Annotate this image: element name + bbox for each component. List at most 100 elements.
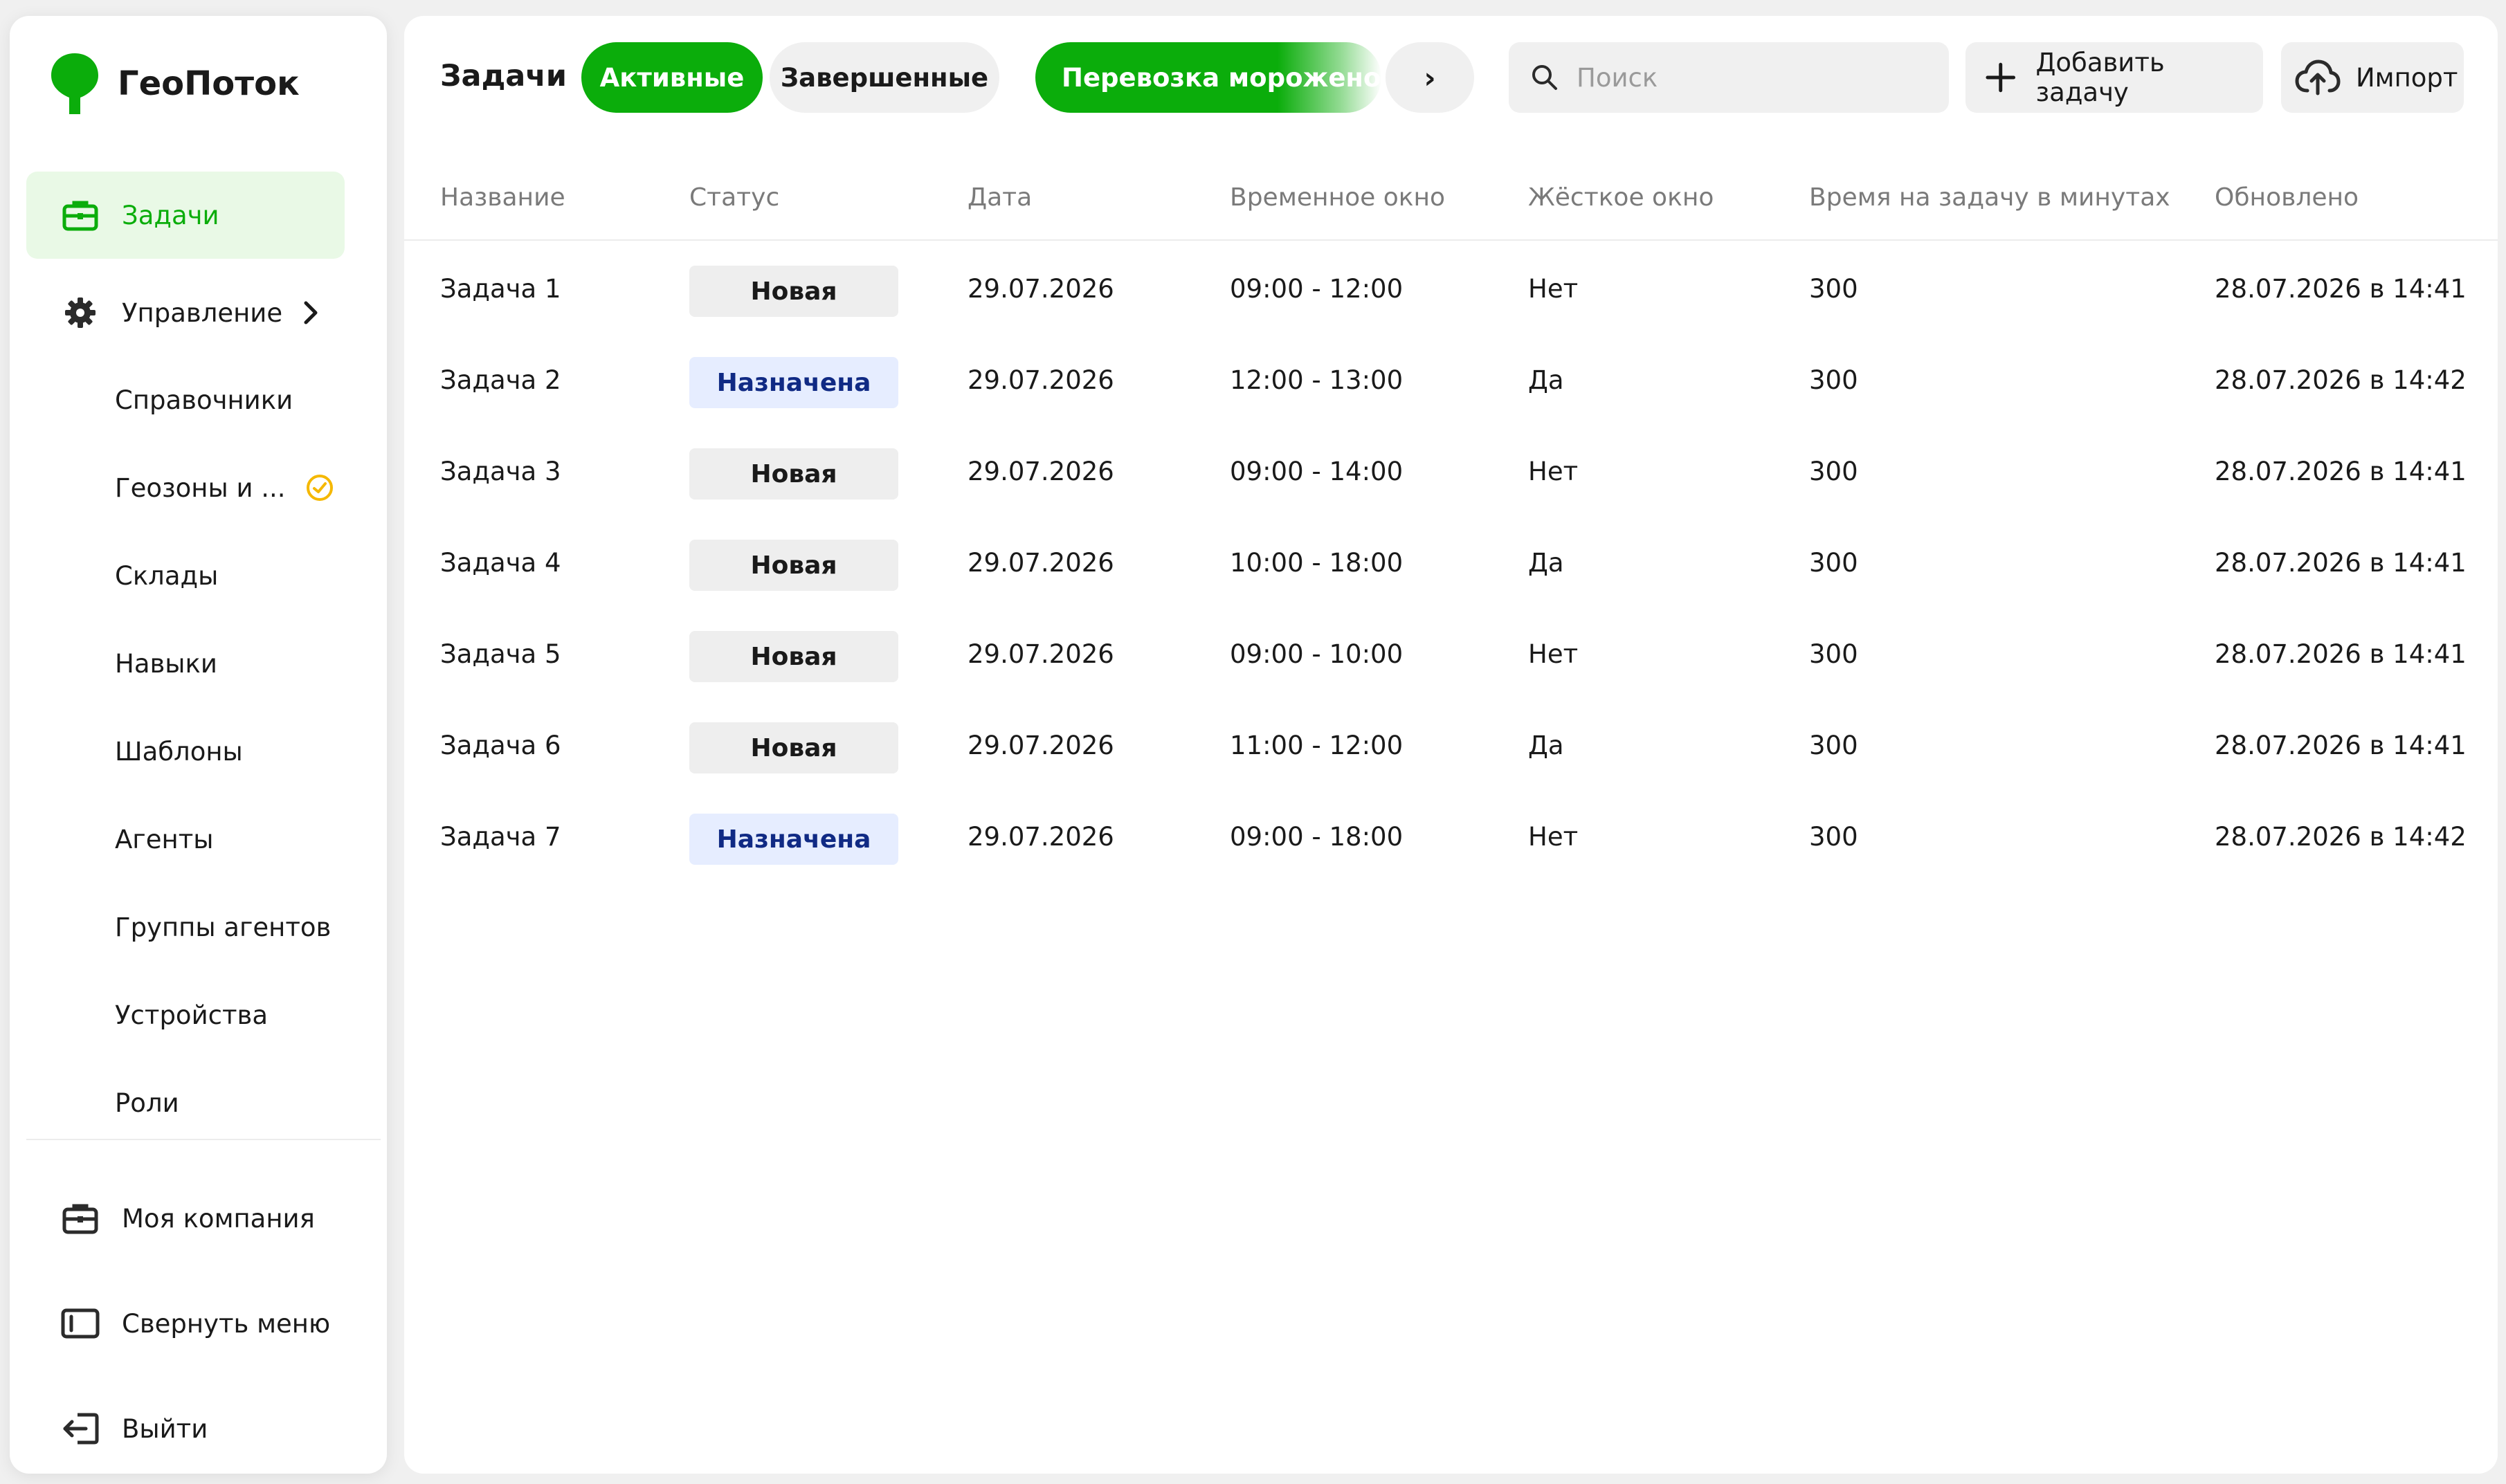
table-row[interactable]: Задача 2 Назначена 29.07.2026 12:00 - 13:00… [404, 337, 2498, 428]
search-box [1509, 42, 1949, 113]
column-header-hard-window[interactable]: Жёсткое окно [1528, 183, 1714, 212]
task-minutes: 300 [1809, 731, 1858, 760]
brand-name: ГеоПоток [118, 64, 300, 103]
sidebar-item-management[interactable]: Управление [26, 269, 345, 356]
task-hard-window: Нет [1528, 822, 1579, 852]
task-updated: 28.07.2026 в 14:41 [2215, 639, 2467, 669]
task-time-window: 10:00 - 18:00 [1230, 548, 1404, 578]
status-badge: Новая [689, 631, 898, 682]
table-row[interactable]: Задача 5 Новая 29.07.2026 09:00 - 10:00 Нет 3… [404, 611, 2498, 702]
sidebar-item-collapse-menu[interactable]: Свернуть меню [26, 1280, 345, 1367]
import-button[interactable]: Импорт [2281, 42, 2464, 113]
task-updated: 28.07.2026 в 14:42 [2215, 822, 2467, 852]
task-updated: 28.07.2026 в 14:41 [2215, 731, 2467, 760]
status-badge: Новая [689, 540, 898, 591]
add-task-label: Добавить задачу [2035, 48, 2165, 107]
cloud-upload-icon [2295, 59, 2341, 95]
table-row[interactable]: Задача 3 Новая 29.07.2026 09:00 - 14:00 Нет 3… [404, 428, 2498, 520]
task-minutes: 300 [1809, 639, 1858, 669]
task-hard-window: Да [1528, 548, 1564, 578]
table-row[interactable]: Задача 7 Назначена 29.07.2026 09:00 - 18:00… [404, 794, 2498, 885]
column-header-updated[interactable]: Обновлено [2215, 183, 2359, 212]
sidebar-subitem-geozones[interactable]: Геозоны и ... [115, 467, 334, 509]
search-input[interactable] [1577, 62, 1936, 93]
task-updated: 28.07.2026 в 14:41 [2215, 457, 2467, 486]
table-header: Название Статус Дата Временное окно Жёст… [404, 154, 2498, 241]
logo[interactable]: ГеоПоток [48, 51, 300, 117]
sidebar-item-label: Управление [122, 297, 283, 328]
column-header-time-window[interactable]: Временное окно [1230, 183, 1445, 212]
sidebar-item-my-company[interactable]: Моя компания [26, 1175, 345, 1262]
task-hard-window: Нет [1528, 274, 1579, 304]
logo-pin-icon [51, 53, 98, 114]
pending-clock-icon [306, 475, 333, 501]
task-minutes: 300 [1809, 365, 1858, 395]
task-name: Задача 4 [440, 548, 561, 578]
task-minutes: 300 [1809, 822, 1858, 852]
task-time-window: 09:00 - 10:00 [1230, 639, 1404, 669]
filter-route-chip[interactable]: Перевозка мороженого [1035, 42, 1381, 113]
task-minutes: 300 [1809, 548, 1858, 578]
task-hard-window: Да [1528, 365, 1564, 395]
task-date: 29.07.2026 [968, 274, 1114, 304]
sidebar-subitem-directories[interactable]: Справочники [115, 379, 293, 421]
status-badge: Новая [689, 448, 898, 500]
column-header-minutes[interactable]: Время на задачу в минутах [1809, 183, 2170, 212]
task-time-window: 09:00 - 14:00 [1230, 457, 1404, 486]
sidebar: ГеоПоток Задачи Управление Справочники Г… [10, 16, 387, 1474]
table-row[interactable]: Задача 6 Новая 29.07.2026 11:00 - 12:00 Да 30… [404, 702, 2498, 794]
filter-completed-tab[interactable]: Завершенные [770, 42, 999, 113]
sidebar-subitem-skills[interactable]: Навыки [115, 643, 217, 684]
sidebar-item-logout[interactable]: Выйти [26, 1385, 345, 1472]
filter-active-tab[interactable]: Активные [581, 42, 763, 113]
task-date: 29.07.2026 [968, 548, 1114, 578]
table-row[interactable]: Задача 1 Новая 29.07.2026 09:00 - 12:00 Нет 3… [404, 246, 2498, 337]
status-badge: Новая [689, 266, 898, 317]
sidebar-subitem-agent-groups[interactable]: Группы агентов [115, 906, 331, 948]
sidebar-subitem-templates[interactable]: Шаблоны [115, 731, 243, 772]
sidebar-subitem-roles[interactable]: Роли [115, 1082, 179, 1124]
collapse-sidebar-icon [61, 1304, 100, 1343]
status-badge: Назначена [689, 357, 898, 408]
task-name: Задача 1 [440, 274, 561, 304]
plus-icon [1986, 62, 2015, 93]
filters-scroll-right-button[interactable]: › [1386, 42, 1474, 113]
task-date: 29.07.2026 [968, 365, 1114, 395]
task-updated: 28.07.2026 в 14:41 [2215, 548, 2467, 578]
task-minutes: 300 [1809, 274, 1858, 304]
table-row[interactable]: Задача 4 Новая 29.07.2026 10:00 - 18:00 Да 30… [404, 520, 2498, 611]
task-date: 29.07.2026 [968, 639, 1114, 669]
task-time-window: 09:00 - 12:00 [1230, 274, 1404, 304]
briefcase-icon [61, 1199, 100, 1238]
add-task-button[interactable]: Добавить задачу [1965, 42, 2263, 113]
task-updated: 28.07.2026 в 14:41 [2215, 274, 2467, 304]
task-hard-window: Нет [1528, 639, 1579, 669]
status-badge: Новая [689, 722, 898, 773]
column-header-name[interactable]: Название [440, 183, 565, 212]
search-icon [1532, 65, 1557, 90]
task-name: Задача 2 [440, 365, 561, 395]
column-header-status[interactable]: Статус [689, 183, 779, 212]
page-title: Задачи [440, 59, 567, 93]
chevron-right-icon [304, 301, 318, 324]
task-hard-window: Нет [1528, 457, 1579, 486]
task-date: 29.07.2026 [968, 731, 1114, 760]
sidebar-item-tasks[interactable]: Задачи [26, 172, 345, 259]
task-name: Задача 3 [440, 457, 561, 486]
column-header-date[interactable]: Дата [968, 183, 1032, 212]
sidebar-subitem-devices[interactable]: Устройства [115, 994, 268, 1036]
app: ГеоПоток Задачи Управление Справочники Г… [0, 0, 2506, 1484]
task-date: 29.07.2026 [968, 457, 1114, 486]
briefcase-icon [61, 196, 100, 235]
import-label: Импорт [2356, 62, 2458, 93]
task-date: 29.07.2026 [968, 822, 1114, 852]
task-hard-window: Да [1528, 731, 1564, 760]
task-updated: 28.07.2026 в 14:42 [2215, 365, 2467, 395]
sidebar-subitem-warehouses[interactable]: Склады [115, 555, 218, 596]
task-time-window: 12:00 - 13:00 [1230, 365, 1404, 395]
sidebar-subitem-agents[interactable]: Агенты [115, 818, 213, 860]
sidebar-item-label: Выйти [122, 1413, 208, 1444]
gear-icon [61, 293, 100, 332]
main-panel: Задачи Активные Завершенные Перевозка мо… [404, 16, 2498, 1474]
sidebar-item-label: Моя компания [122, 1203, 315, 1234]
